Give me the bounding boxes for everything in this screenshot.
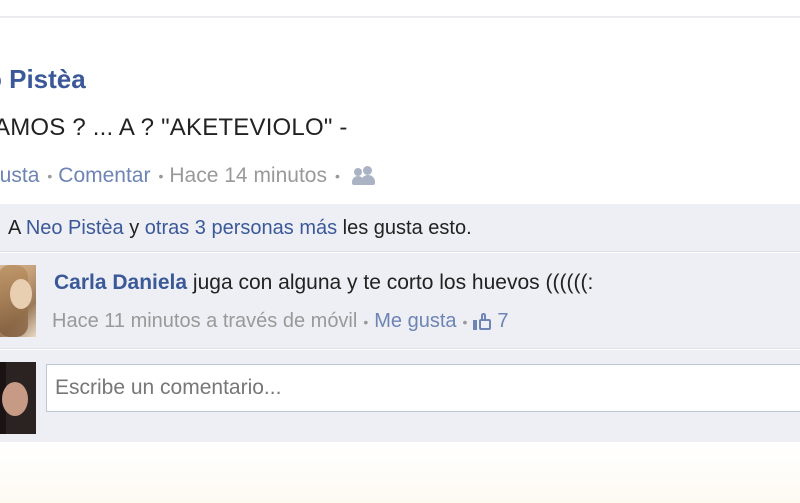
separator-dot: • (158, 168, 164, 184)
comment-like-count[interactable]: 7 (497, 310, 508, 333)
likes-prefix: A (8, 217, 21, 239)
post-status-text: AMOS ? ... A ? "AKETEVIOLO" - (0, 114, 348, 141)
post-actions-row: gusta • Comentar • Hace 14 minutos • (0, 164, 376, 188)
thumbs-up-icon[interactable] (473, 312, 493, 331)
liker-name-link[interactable]: Neo Pistèa (26, 217, 124, 239)
commenter-name-link[interactable]: Carla Daniela (54, 271, 187, 294)
comment-input[interactable] (46, 364, 800, 412)
likes-summary-text: A Neo Pistèa y otras 3 personas más les … (8, 217, 472, 240)
top-divider (0, 16, 800, 18)
separator-dot: • (47, 168, 53, 184)
comment-like-link[interactable]: Me gusta (374, 310, 456, 333)
page-background-bottom (0, 442, 800, 503)
likes-connector: y (129, 217, 140, 239)
separator-dot: • (462, 313, 468, 330)
comment-text: juga con alguna y te corto los huevos ((… (192, 271, 594, 294)
comment-item: Carla Daniela juga con alguna y te corto… (0, 253, 800, 349)
other-likers-link[interactable]: otras 3 personas más (145, 217, 337, 239)
post-author-name[interactable]: o Pistèa (0, 64, 86, 95)
write-comment-row (0, 350, 800, 442)
separator-dot: • (363, 313, 369, 330)
likes-summary-bar: A Neo Pistèa y otras 3 personas más les … (0, 204, 800, 252)
commenter-avatar[interactable] (0, 265, 36, 337)
friends-audience-icon[interactable] (351, 166, 376, 186)
comment-body: Carla Daniela juga con alguna y te corto… (54, 271, 593, 295)
comment-meta-row: Hace 11 minutos a través de móvil • Me g… (52, 310, 509, 333)
comment-link[interactable]: Comentar (58, 164, 150, 188)
post-timestamp[interactable]: Hace 14 minutos (169, 164, 327, 188)
separator-dot: • (334, 168, 340, 184)
comment-timestamp[interactable]: Hace 11 minutos a través de móvil (52, 310, 357, 333)
likes-suffix: les gusta esto. (342, 217, 472, 239)
current-user-avatar (0, 362, 36, 434)
like-link[interactable]: gusta (0, 164, 39, 188)
